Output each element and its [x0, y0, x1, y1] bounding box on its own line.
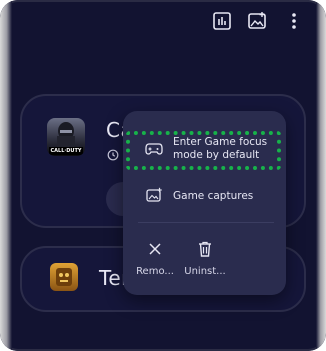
menu-label-game-captures: Game captures	[173, 190, 254, 202]
clock-icon	[107, 149, 119, 161]
gallery-icon[interactable]	[246, 10, 268, 32]
bar-chart-icon[interactable]	[211, 10, 233, 32]
uninstall-button[interactable]: Uninst...	[175, 236, 235, 281]
uninstall-label: Uninst...	[184, 266, 226, 277]
game-captures-icon	[146, 187, 162, 202]
highlight-box	[126, 131, 281, 170]
trash-icon	[199, 241, 211, 257]
more-vert-icon[interactable]	[283, 10, 305, 32]
game-icon: CALL·DUTY	[47, 118, 85, 156]
phone-screen: CALL·DUTY Ca Ter Enter Game focus mode b…	[0, 0, 326, 351]
menu-item-game-captures[interactable]: Game captures	[123, 180, 286, 212]
close-icon	[149, 243, 161, 255]
game-icon	[50, 263, 78, 291]
menu-divider	[138, 222, 274, 223]
game-icon-text: CALL·DUTY	[50, 148, 82, 154]
